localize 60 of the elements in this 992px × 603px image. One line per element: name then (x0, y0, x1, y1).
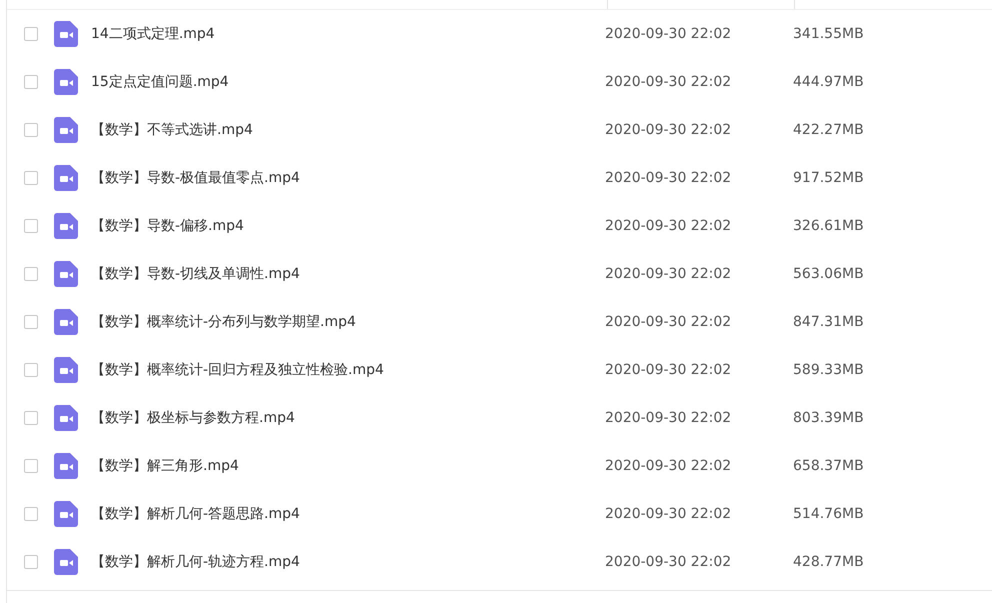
file-date: 2020-09-30 22:02 (605, 458, 732, 474)
file-date: 2020-09-30 22:02 (605, 266, 732, 282)
checkbox[interactable] (24, 75, 38, 89)
video-file-icon (54, 21, 78, 47)
checkbox[interactable] (24, 411, 38, 425)
video-file-icon (54, 213, 78, 239)
file-date: 2020-09-30 22:02 (605, 170, 732, 186)
file-name[interactable]: 15定点定值问题.mp4 (91, 73, 605, 91)
file-name[interactable]: 【数学】导数-切线及单调性.mp4 (91, 265, 605, 283)
checkbox[interactable] (24, 315, 38, 329)
checkbox[interactable] (24, 171, 38, 185)
file-size: 326.61MB (793, 218, 864, 234)
video-file-icon (54, 549, 78, 575)
file-size: 422.27MB (793, 122, 864, 138)
file-date: 2020-09-30 22:02 (605, 74, 732, 90)
video-file-icon (54, 117, 78, 143)
file-name[interactable]: 【数学】导数-偏移.mp4 (91, 217, 605, 235)
file-name[interactable]: 【数学】解析几何-答题思路.mp4 (91, 505, 605, 523)
file-size: 428.77MB (793, 554, 864, 570)
file-date: 2020-09-30 22:02 (605, 218, 732, 234)
file-date: 2020-09-30 22:02 (605, 314, 732, 330)
video-file-icon (54, 501, 78, 527)
checkbox[interactable] (24, 123, 38, 137)
file-size: 341.55MB (793, 26, 864, 42)
video-file-icon (54, 357, 78, 383)
file-name[interactable]: 【数学】概率统计-回归方程及独立性检验.mp4 (91, 361, 605, 379)
file-name[interactable]: 14二项式定理.mp4 (91, 25, 605, 43)
file-size: 563.06MB (793, 266, 864, 282)
file-name[interactable]: 【数学】极坐标与参数方程.mp4 (91, 409, 605, 427)
video-file-icon (54, 453, 78, 479)
video-file-icon (54, 261, 78, 287)
file-date: 2020-09-30 22:02 (605, 26, 732, 42)
file-size: 917.52MB (793, 170, 864, 186)
video-file-icon (54, 165, 78, 191)
file-name[interactable]: 【数学】解三角形.mp4 (91, 457, 605, 475)
file-size: 444.97MB (793, 74, 864, 90)
checkbox[interactable] (24, 507, 38, 521)
checkbox[interactable] (24, 27, 38, 41)
checkbox[interactable] (24, 555, 38, 569)
file-size: 589.33MB (793, 362, 864, 378)
file-name[interactable]: 【数学】解析几何-轨迹方程.mp4 (91, 553, 605, 571)
checkbox[interactable] (24, 267, 38, 281)
file-date: 2020-09-30 22:02 (605, 410, 732, 426)
file-date: 2020-09-30 22:02 (605, 506, 732, 522)
file-date: 2020-09-30 22:02 (605, 362, 732, 378)
checkbox[interactable] (24, 363, 38, 377)
checkbox[interactable] (24, 459, 38, 473)
file-size: 514.76MB (793, 506, 864, 522)
file-date: 2020-09-30 22:02 (605, 122, 732, 138)
video-file-icon (54, 69, 78, 95)
file-size: 658.37MB (793, 458, 864, 474)
file-size: 803.39MB (793, 410, 864, 426)
file-name[interactable]: 【数学】导数-极值最值零点.mp4 (91, 169, 605, 187)
checkbox[interactable] (24, 219, 38, 233)
file-name[interactable]: 【数学】概率统计-分布列与数学期望.mp4 (91, 313, 605, 331)
video-file-icon (54, 309, 78, 335)
file-name[interactable]: 【数学】不等式选讲.mp4 (91, 121, 605, 139)
file-size: 847.31MB (793, 314, 864, 330)
file-date: 2020-09-30 22:02 (605, 554, 732, 570)
video-file-icon (54, 405, 78, 431)
